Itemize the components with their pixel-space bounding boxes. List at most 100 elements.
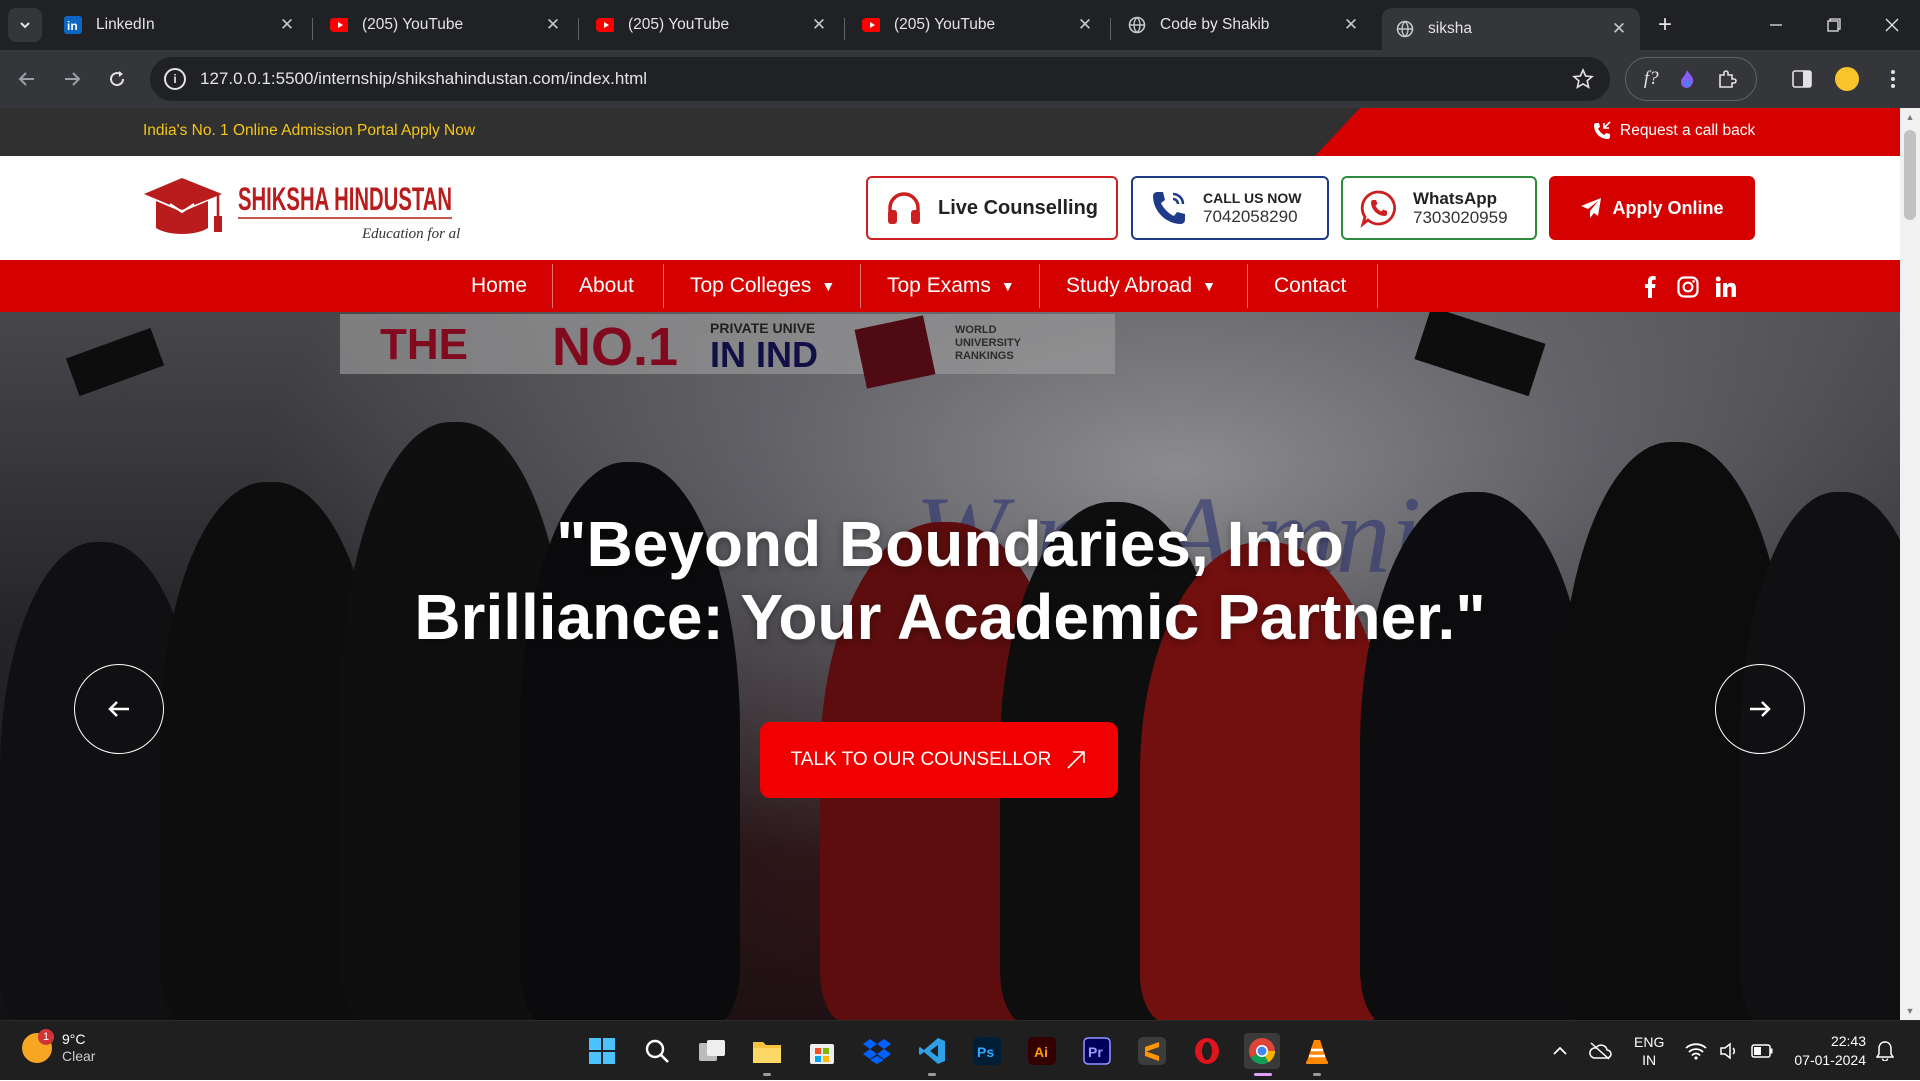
- call-us-button[interactable]: CALL US NOW 7042058290: [1131, 176, 1329, 240]
- minimize-button[interactable]: [1748, 0, 1804, 50]
- vlc-icon[interactable]: [1299, 1033, 1335, 1069]
- close-window-button[interactable]: [1864, 0, 1920, 50]
- chevron-down-icon: [20, 22, 30, 29]
- task-view-icon[interactable]: [694, 1033, 730, 1069]
- whatsapp-button[interactable]: WhatsApp 7303020959: [1341, 176, 1537, 240]
- facebook-icon[interactable]: [1638, 275, 1662, 299]
- language-indicator[interactable]: ENG IN: [1634, 1021, 1664, 1081]
- restore-icon: [1827, 18, 1841, 32]
- scroll-down-icon[interactable]: ▼: [1905, 1006, 1915, 1016]
- scrollbar-thumb[interactable]: [1904, 130, 1916, 220]
- plus-icon: +: [1657, 11, 1672, 38]
- request-callback-link[interactable]: Request a call back: [1592, 121, 1755, 141]
- premiere-pro-icon[interactable]: Pr: [1079, 1033, 1115, 1069]
- illustrator-icon[interactable]: Ai: [1024, 1033, 1060, 1069]
- globe-icon: [1128, 16, 1146, 34]
- close-icon[interactable]: ✕: [1076, 15, 1094, 34]
- slider-prev-button[interactable]: [74, 664, 164, 754]
- vscode-icon[interactable]: [914, 1033, 950, 1069]
- tab-youtube-1[interactable]: (205) YouTube ✕: [316, 6, 574, 44]
- forward-button[interactable]: [55, 62, 89, 96]
- nav-about[interactable]: About: [579, 260, 634, 312]
- tab-youtube-2[interactable]: (205) YouTube ✕: [582, 6, 840, 44]
- slider-next-button[interactable]: [1715, 664, 1805, 754]
- tab-siksha[interactable]: siksha ✕: [1382, 8, 1640, 50]
- close-icon[interactable]: ✕: [1342, 15, 1360, 34]
- promo-text[interactable]: India's No. 1 Online Admission Portal Ap…: [143, 122, 475, 140]
- nav-top-exams[interactable]: Top Exams ▼: [887, 260, 1015, 312]
- windows-start-icon[interactable]: [584, 1033, 620, 1069]
- linkedin-icon[interactable]: [1714, 275, 1738, 299]
- extensions-group: f?: [1625, 57, 1757, 101]
- whatsapp-text: WhatsApp 7303020959: [1413, 189, 1508, 228]
- chevron-down-icon: ▼: [1000, 278, 1015, 294]
- weather-widget[interactable]: 1 9°C Clear: [22, 1029, 95, 1065]
- close-icon[interactable]: ✕: [278, 15, 296, 34]
- reload-button[interactable]: [100, 62, 134, 96]
- nav-study-abroad[interactable]: Study Abroad ▼: [1066, 260, 1216, 312]
- site-info-icon[interactable]: i: [164, 68, 186, 90]
- kebab-menu-icon: [1891, 70, 1895, 88]
- hero-headline-line2: Brilliance: Your Academic Partner.": [414, 581, 1486, 653]
- whatsapp-label: WhatsApp: [1413, 188, 1498, 208]
- tab-linkedin[interactable]: in LinkedIn ✕: [50, 6, 308, 44]
- url-text: 127.0.0.1:5500/internship/shikshahindust…: [200, 69, 648, 88]
- scroll-up-icon[interactable]: ▲: [1905, 112, 1915, 122]
- tab-youtube-3[interactable]: (205) YouTube ✕: [848, 6, 1106, 44]
- profile-avatar[interactable]: [1830, 62, 1864, 96]
- close-icon[interactable]: ✕: [544, 15, 562, 34]
- svg-text:SHIKSHA HINDUSTAN: SHIKSHA HINDUSTAN: [238, 181, 452, 217]
- dropbox-icon[interactable]: [859, 1033, 895, 1069]
- file-explorer-icon[interactable]: [749, 1033, 785, 1069]
- tab-title: Code by Shakib: [1160, 16, 1270, 33]
- sublime-text-icon[interactable]: [1134, 1033, 1170, 1069]
- system-tray-status[interactable]: [1685, 1021, 1773, 1081]
- page-scrollbar[interactable]: ▲ ▼: [1900, 108, 1920, 1020]
- chevron-up-icon: [1553, 1046, 1567, 1055]
- avatar-icon: [1835, 67, 1859, 91]
- svg-text:in: in: [67, 19, 78, 33]
- microsoft-store-icon[interactable]: [804, 1033, 840, 1069]
- close-icon[interactable]: ✕: [810, 15, 828, 34]
- svg-text:Education for all: Education for all: [361, 226, 460, 242]
- show-hidden-icons[interactable]: [1552, 1021, 1568, 1081]
- site-logo[interactable]: SHIKSHA HINDUSTAN Education for all: [140, 170, 465, 248]
- search-icon[interactable]: [639, 1033, 675, 1069]
- notifications-bell-icon[interactable]: [1876, 1021, 1894, 1081]
- close-icon: [1885, 18, 1899, 32]
- chevron-down-icon: ▼: [821, 278, 836, 294]
- puzzle-extensions-icon[interactable]: [1716, 68, 1738, 90]
- browser-menu-button[interactable]: [1876, 62, 1910, 96]
- chrome-icon[interactable]: [1244, 1033, 1280, 1069]
- paper-plane-icon: [1581, 198, 1602, 218]
- nav-contact[interactable]: Contact: [1274, 260, 1346, 312]
- new-tab-button[interactable]: +: [1650, 10, 1680, 40]
- tab-code-by-shakib[interactable]: Code by Shakib ✕: [1114, 6, 1372, 44]
- close-icon[interactable]: ✕: [1610, 19, 1628, 38]
- restore-button[interactable]: [1806, 0, 1862, 50]
- flame-extension-icon[interactable]: [1678, 69, 1696, 89]
- onedrive-offline-icon[interactable]: [1588, 1021, 1612, 1081]
- live-counselling-button[interactable]: Live Counselling: [866, 176, 1118, 240]
- nav-top-colleges[interactable]: Top Colleges ▼: [690, 260, 835, 312]
- tab-search-button[interactable]: [8, 8, 42, 42]
- address-bar[interactable]: i 127.0.0.1:5500/internship/shikshahindu…: [150, 57, 1610, 101]
- nav-home[interactable]: Home: [471, 260, 527, 312]
- bookmark-star-button[interactable]: [1566, 62, 1600, 96]
- whatsapp-number: 7303020959: [1413, 207, 1508, 227]
- arrow-up-right-icon: [1067, 751, 1086, 769]
- font-extension-icon[interactable]: f?: [1644, 68, 1659, 90]
- clock[interactable]: 22:43 07-01-2024: [1786, 1021, 1866, 1081]
- chevron-down-icon: ▼: [1202, 278, 1216, 294]
- minimize-icon: [1770, 24, 1782, 26]
- talk-to-counsellor-button[interactable]: TALK TO OUR COUNSELLOR: [760, 722, 1118, 798]
- opera-icon[interactable]: [1189, 1033, 1225, 1069]
- browser-tab-strip: in LinkedIn ✕ (205) YouTube ✕ (205) YouT…: [0, 0, 1920, 50]
- instagram-icon[interactable]: [1676, 275, 1700, 299]
- weather-moon-icon: 1: [22, 1029, 54, 1063]
- nav-study-abroad-label: Study Abroad: [1066, 274, 1193, 297]
- photoshop-icon[interactable]: Ps: [969, 1033, 1005, 1069]
- apply-online-button[interactable]: Apply Online: [1549, 176, 1755, 240]
- back-button[interactable]: [10, 62, 44, 96]
- side-panel-button[interactable]: [1785, 62, 1819, 96]
